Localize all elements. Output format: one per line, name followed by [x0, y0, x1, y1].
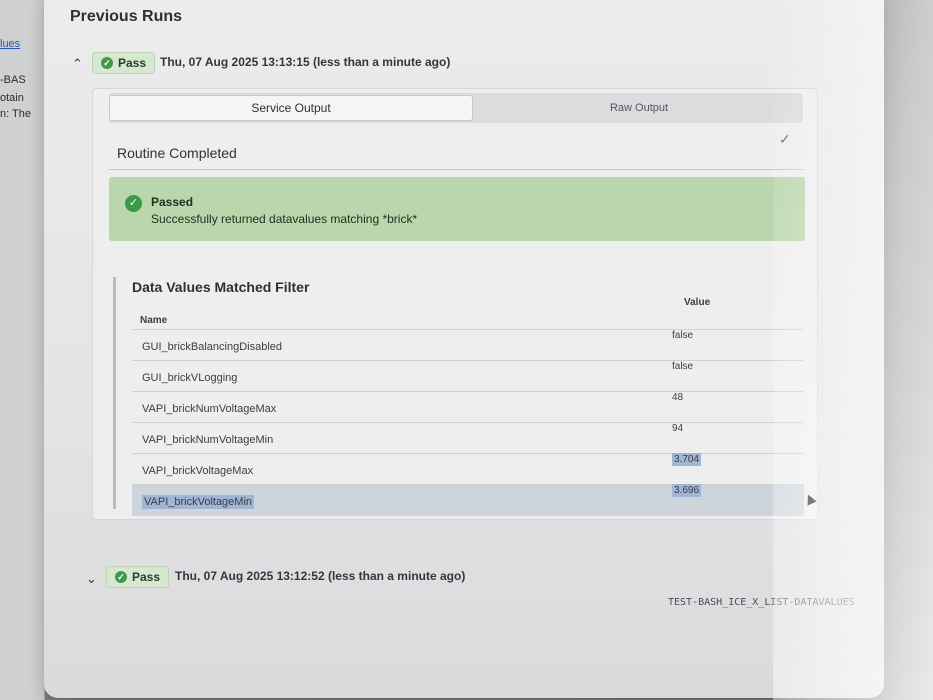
background-window: lues -BAS otain n: The [0, 0, 45, 700]
check-circle-icon: ✓ [125, 195, 142, 212]
status-label: Pass [118, 56, 147, 70]
chevron-up-icon[interactable]: ⌃ [72, 56, 83, 72]
table-row[interactable]: VAPI_brickVoltageMax 3.704 [132, 453, 804, 485]
table-row[interactable]: GUI_brickVLogging false [132, 360, 804, 392]
cell-name: VAPI_brickVoltageMin [142, 495, 255, 509]
cell-value: 3.704 [672, 453, 702, 466]
check-circle-icon: ✓ [101, 57, 113, 69]
test-identifier: TEST-BASH_ICE_X_LIST-DATAVALUES [668, 597, 855, 608]
cell-name: VAPI_brickNumVoltageMax [142, 403, 277, 415]
column-header-name: Name [140, 315, 168, 326]
success-alert: ✓ Passed Successfully returned datavalue… [109, 177, 805, 241]
status-badge: ✓ Pass [106, 566, 170, 588]
selected-text: 3.696 [672, 484, 702, 497]
cell-value: 3.696 [672, 484, 702, 497]
run-details-card: Service Output Raw Output Routine Comple… [92, 88, 818, 520]
alert-title: Passed [151, 195, 194, 209]
tab-raw-output[interactable]: Raw Output [529, 97, 749, 119]
table-row[interactable]: GUI_brickBalancingDisabled false [132, 329, 804, 361]
routine-status: Routine Completed [117, 145, 237, 161]
run-timestamp: Thu, 07 Aug 2025 13:13:15 (less than a m… [160, 55, 451, 69]
table-row[interactable]: VAPI_brickVoltageMin 3.696 [132, 484, 804, 516]
status-badge: ✓ Pass [92, 52, 156, 74]
data-values-table: Data Values Matched Filter Value Name GU… [113, 277, 806, 516]
background-text: otain [0, 92, 24, 104]
tab-service-output[interactable]: Service Output [109, 95, 473, 121]
section-title: Previous Runs [70, 8, 183, 25]
divider [109, 169, 803, 170]
alert-message: Successfully returned datavalues matchin… [151, 212, 418, 226]
check-circle-icon: ✓ [115, 571, 127, 583]
status-label: Pass [132, 570, 161, 584]
output-tabs: Service Output Raw Output [109, 93, 803, 123]
selected-text: 3.704 [672, 453, 702, 466]
cell-value: false [672, 330, 694, 341]
background-text: n: The [0, 108, 31, 120]
selected-text: VAPI_brickVoltageMin [142, 495, 255, 509]
chevron-down-icon[interactable]: ⌄ [86, 571, 97, 587]
table-title: Data Values Matched Filter [132, 279, 310, 295]
cell-value: false [672, 361, 694, 372]
checkmark-icon: ✓ [779, 131, 791, 147]
background-text: -BAS [0, 74, 26, 86]
table-row[interactable]: VAPI_brickNumVoltageMin 94 [132, 422, 804, 454]
cell-name: GUI_brickVLogging [142, 372, 238, 384]
cell-value: 94 [672, 423, 684, 434]
column-header-value: Value [684, 297, 711, 308]
background-link[interactable]: lues [0, 38, 20, 50]
cell-name: VAPI_brickVoltageMax [142, 465, 254, 477]
cell-value: 48 [672, 392, 684, 403]
cell-name: VAPI_brickNumVoltageMin [142, 434, 274, 446]
cell-name: GUI_brickBalancingDisabled [142, 341, 283, 353]
run-timestamp: Thu, 07 Aug 2025 13:12:52 (less than a m… [175, 569, 466, 583]
table-row[interactable]: VAPI_brickNumVoltageMax 48 [132, 391, 804, 423]
